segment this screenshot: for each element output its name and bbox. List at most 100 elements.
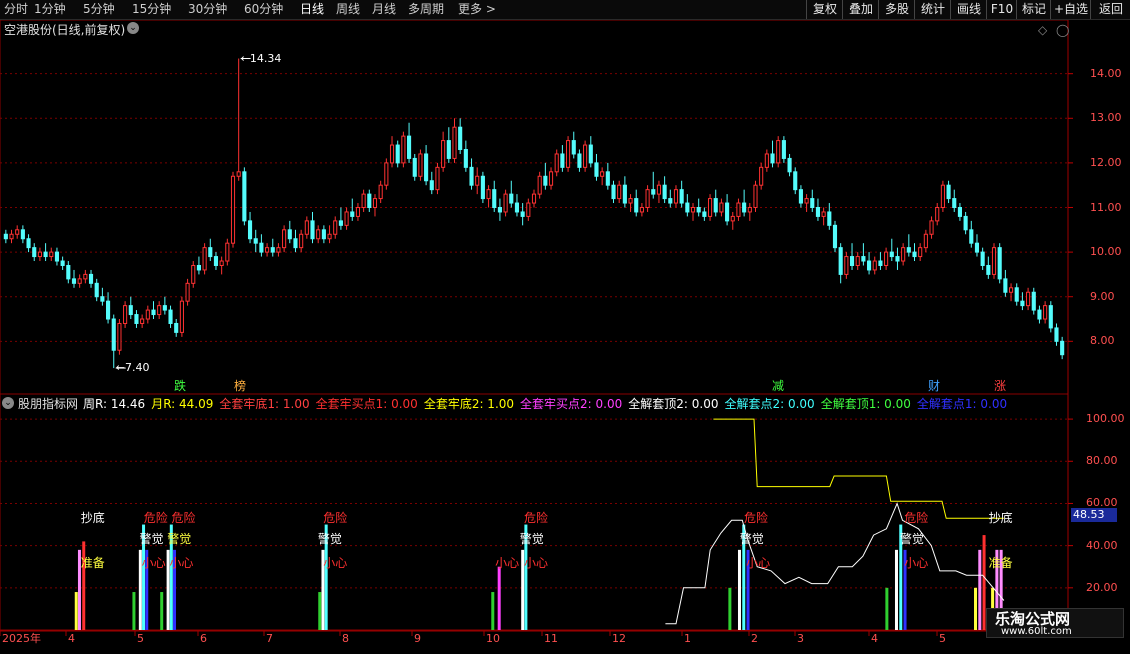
time-axis-label: 12 <box>612 632 626 645</box>
indicator-tick-label: 40.00 <box>1086 538 1118 552</box>
candle-body <box>980 251 985 266</box>
candle-body <box>514 202 520 213</box>
candle-body <box>435 166 440 191</box>
candle-body <box>810 198 815 209</box>
indicator-chevron-down-icon[interactable]: ⌄ <box>2 397 14 409</box>
tab-multi-period[interactable]: 多周期 <box>408 2 444 16</box>
diamond-icon[interactable]: ◇ <box>1038 23 1047 37</box>
signal-label: 小心 <box>746 555 771 570</box>
f10-button[interactable]: F10 <box>986 0 1017 19</box>
candle-body <box>747 207 752 213</box>
candle-body <box>1003 278 1008 293</box>
event-label: 减 <box>772 379 785 393</box>
candle-body <box>861 256 866 262</box>
candle-body <box>503 193 508 213</box>
signal-bar <box>74 592 78 630</box>
tab-60min[interactable]: 60分钟 <box>244 2 283 16</box>
signal-label: 危险 <box>744 511 769 526</box>
candle-body <box>486 189 491 200</box>
candle-body <box>832 224 838 249</box>
tab-15min[interactable]: 15分钟 <box>132 2 171 16</box>
candle-body <box>191 264 196 284</box>
candle-body <box>236 171 241 177</box>
multi-stock-button[interactable]: 多股 <box>878 0 915 19</box>
time-axis-label: 6 <box>200 632 207 645</box>
signal-label: 危险 <box>171 511 196 526</box>
candle-body <box>480 175 485 200</box>
candle-body <box>577 153 582 168</box>
candle-body <box>168 309 173 324</box>
candle-body <box>208 247 213 258</box>
signal-bar <box>497 566 501 630</box>
statistics-button[interactable]: 统计 <box>914 0 951 19</box>
tab-1min[interactable]: 1分钟 <box>34 2 66 16</box>
candle-body <box>441 140 446 168</box>
candle-body <box>37 251 42 258</box>
signal-bar <box>978 549 982 630</box>
tab-daily[interactable]: 日线 <box>300 2 324 16</box>
restore-rights-button[interactable]: 复权 <box>806 0 843 19</box>
time-axis-label: 7 <box>266 632 273 645</box>
tab-30min[interactable]: 30分钟 <box>188 2 227 16</box>
tab-5min[interactable]: 5分钟 <box>83 2 115 16</box>
candle-body <box>520 211 525 217</box>
back-button[interactable]: 返回 <box>1090 0 1130 19</box>
candle-body <box>361 193 366 209</box>
time-axis-label: 4 <box>68 632 75 645</box>
candle-body <box>668 198 673 204</box>
candle-body <box>88 273 94 284</box>
main-title: 空港股份(日线,前复权) <box>4 23 126 37</box>
candle-body <box>83 273 88 280</box>
signal-bar <box>318 592 322 630</box>
candle-body <box>1060 340 1065 356</box>
weekly-r-line <box>665 502 1005 625</box>
candle-body <box>446 140 451 159</box>
candle-body <box>793 171 798 191</box>
candle-body <box>690 207 696 213</box>
settings-icon[interactable]: ◯ <box>1056 23 1069 37</box>
candle-body <box>293 238 298 249</box>
candle-body <box>111 318 116 351</box>
candle-body <box>753 184 758 209</box>
signal-label: 警觉 <box>519 532 544 547</box>
candle-body <box>878 260 883 266</box>
candle-body <box>560 153 565 168</box>
candle-body <box>20 229 25 240</box>
tab-weekly[interactable]: 周线 <box>336 2 360 16</box>
candle-body <box>179 300 184 333</box>
signal-label: 抄底 <box>988 511 1013 526</box>
add-watchlist-button[interactable]: +自选 <box>1050 0 1091 19</box>
candle-body <box>463 149 468 168</box>
time-axis-label: 5 <box>137 632 144 645</box>
tab-fenshi[interactable]: 分时 <box>4 2 28 16</box>
candle-body <box>855 256 860 266</box>
signal-label: 小心 <box>524 555 549 570</box>
candle-body <box>401 135 406 164</box>
candle-body <box>3 233 8 240</box>
time-axis-label: 4 <box>871 632 878 645</box>
signal-bar <box>737 549 741 630</box>
candle-body <box>946 184 951 200</box>
draw-line-button[interactable]: 画线 <box>950 0 987 19</box>
signal-label: 危险 <box>524 511 549 526</box>
mark-button[interactable]: 标记 <box>1016 0 1051 19</box>
tab-more[interactable]: 更多 > <box>458 2 496 16</box>
candle-body <box>787 157 792 173</box>
indicator-param: 全套牢买点2: 0.00 <box>520 397 623 411</box>
candle-body <box>66 264 71 280</box>
signal-label: 小心 <box>495 555 520 570</box>
title-chevron-down-icon[interactable]: ⌄ <box>127 22 139 34</box>
time-axis-label: 9 <box>414 632 421 645</box>
tab-monthly[interactable]: 月线 <box>372 2 396 16</box>
candle-body <box>617 184 622 200</box>
overlay-button[interactable]: 叠加 <box>842 0 879 19</box>
candle-body <box>526 202 531 217</box>
candle-body <box>185 282 190 302</box>
candle-body <box>157 305 162 316</box>
candle-body <box>1037 309 1042 320</box>
candle-body <box>605 171 610 186</box>
signal-label: 小心 <box>169 555 194 570</box>
candle-body <box>622 184 627 204</box>
candle-body <box>912 251 917 258</box>
signal-label: 警觉 <box>899 532 924 547</box>
